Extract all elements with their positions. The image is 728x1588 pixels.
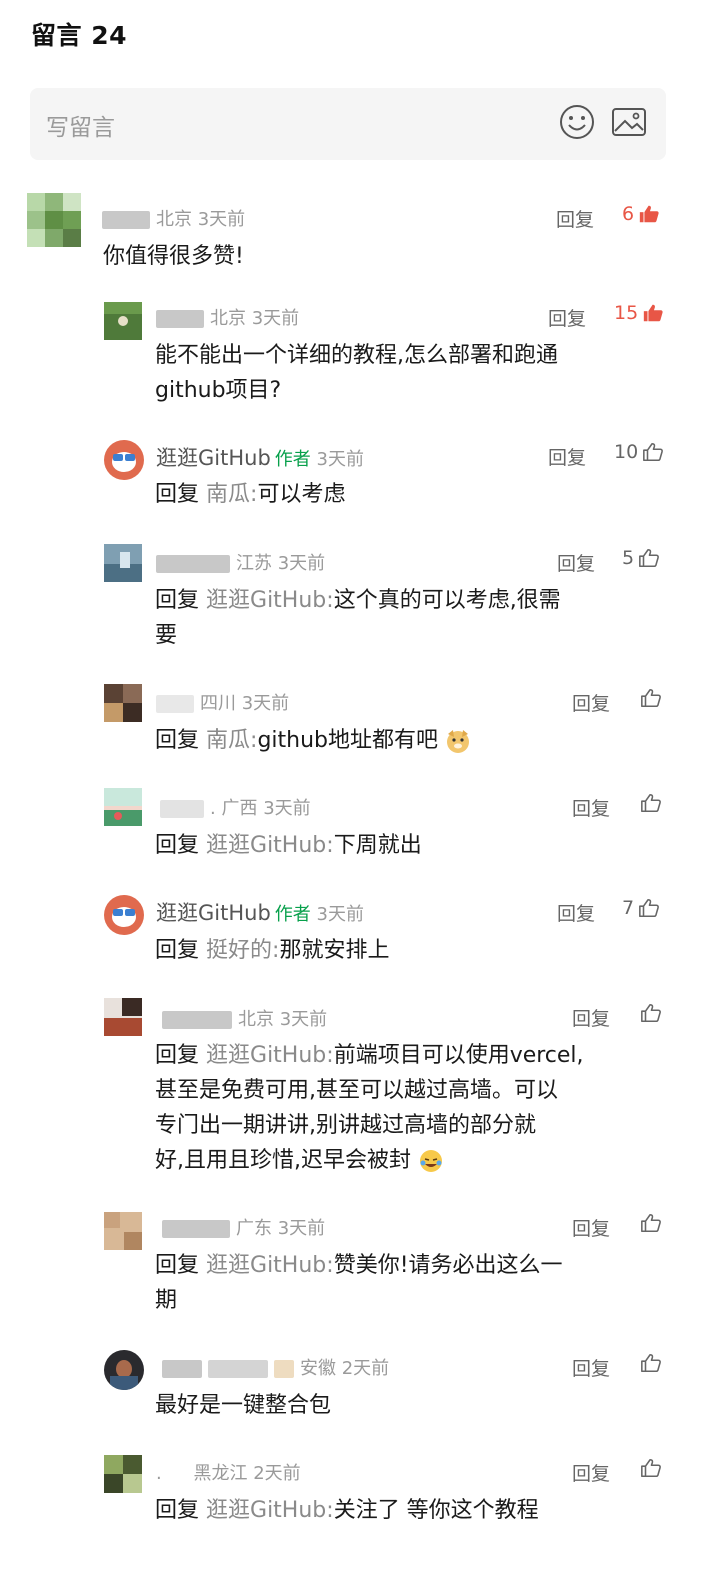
- thumbs-up-icon: [638, 547, 660, 569]
- author-avatar[interactable]: [104, 440, 144, 480]
- comment-text: 最好是一键整合包: [155, 1393, 332, 1418]
- comment-meta: 安徽 2天前: [162, 1354, 389, 1380]
- image-icon[interactable]: [611, 106, 647, 138]
- comment-text: 你值得很多赞!: [103, 244, 244, 269]
- thumbs-up-icon: [642, 302, 664, 324]
- author-tag: 作者: [274, 904, 311, 925]
- like-button[interactable]: 6: [622, 203, 660, 225]
- thumbs-up-icon: [638, 203, 660, 225]
- comment-text: 回复 逛逛GitHub:这个真的可以考虑,很需 要: [155, 588, 561, 648]
- avatar[interactable]: [104, 1212, 142, 1250]
- reply-button[interactable]: 回复: [572, 1354, 610, 1381]
- comment-meta: 江苏 3天前: [156, 549, 325, 575]
- thumbs-up-icon: [640, 1352, 662, 1374]
- thumbs-up-icon: [638, 897, 660, 919]
- comment-meta: . 广西 3天前: [160, 794, 311, 820]
- thumbs-up-icon: [640, 687, 662, 709]
- like-button[interactable]: [640, 1457, 662, 1479]
- avatar[interactable]: [104, 1350, 144, 1390]
- comment-meta: 逛逛GitHub 作者 3天前: [156, 901, 364, 925]
- like-button[interactable]: 7: [622, 897, 660, 919]
- like-button[interactable]: [640, 1002, 662, 1024]
- like-button[interactable]: 15: [614, 302, 664, 324]
- comment-meta: 逛逛GitHub 作者 3天前: [156, 446, 364, 470]
- comment-text: 回复 逛逛GitHub:下周就出: [155, 833, 422, 858]
- comment-text: 回复 逛逛GitHub:关注了 等你这个教程: [155, 1498, 539, 1523]
- reply-button[interactable]: 回复: [557, 549, 595, 576]
- like-button[interactable]: [640, 687, 662, 709]
- comment-text: 回复 逛逛GitHub:赞美你!请务必出这么一 期: [155, 1253, 563, 1313]
- thumbs-up-icon: [640, 1002, 662, 1024]
- doge-emoji-icon: [447, 730, 470, 753]
- thumbs-up-icon: [642, 441, 664, 463]
- smiley-icon[interactable]: [559, 104, 595, 140]
- reply-button[interactable]: 回复: [548, 304, 586, 331]
- reply-button[interactable]: 回复: [572, 1004, 610, 1031]
- thumbs-up-icon: [640, 792, 662, 814]
- author-name: 逛逛GitHub: [156, 901, 271, 925]
- like-button[interactable]: 5: [622, 547, 660, 569]
- comment-input-placeholder: 写留言: [46, 115, 115, 141]
- author-name: 逛逛GitHub: [156, 446, 271, 470]
- reply-button[interactable]: 回复: [557, 899, 595, 926]
- avatar[interactable]: [104, 788, 142, 826]
- avatar[interactable]: [104, 302, 142, 340]
- like-button[interactable]: [640, 792, 662, 814]
- avatar[interactable]: [104, 684, 142, 722]
- comment-text: 回复 挺好的:那就安排上: [155, 938, 390, 963]
- like-button[interactable]: 10: [614, 441, 664, 463]
- laughing-tears-emoji-icon: [420, 1150, 442, 1172]
- reply-button[interactable]: 回复: [548, 443, 586, 470]
- like-button[interactable]: [640, 1212, 662, 1234]
- avatar[interactable]: [27, 193, 81, 247]
- thumbs-up-icon: [640, 1212, 662, 1234]
- comments-count-title: 留言 24: [31, 21, 127, 50]
- comment-meta: . 黑龙江 2天前: [156, 1463, 301, 1484]
- author-avatar[interactable]: [104, 895, 144, 935]
- reply-button[interactable]: 回复: [572, 794, 610, 821]
- comment-meta: 北京 3天前: [156, 304, 299, 330]
- avatar[interactable]: [104, 998, 142, 1036]
- comment-meta: 北京 3天前: [162, 1005, 327, 1031]
- comment-meta: 四川 3天前: [156, 689, 289, 715]
- reply-button[interactable]: 回复: [556, 205, 594, 232]
- comment-text: 回复 南瓜:可以考虑: [155, 482, 346, 507]
- thumbs-up-icon: [640, 1457, 662, 1479]
- reply-button[interactable]: 回复: [572, 1459, 610, 1486]
- reply-button[interactable]: 回复: [572, 689, 610, 716]
- comment-text: 能不能出一个详细的教程,怎么部署和跑通 github项目?: [155, 343, 558, 403]
- comment-text: 回复 逛逛GitHub:前端项目可以使用vercel, 甚至是免费可用,甚至可以…: [155, 1043, 584, 1173]
- reply-button[interactable]: 回复: [572, 1214, 610, 1241]
- comment-meta: 广东 3天前: [162, 1214, 325, 1240]
- comment-meta: 北京 3天前: [102, 205, 245, 231]
- like-button[interactable]: [640, 1352, 662, 1374]
- author-tag: 作者: [274, 449, 311, 470]
- avatar[interactable]: [104, 1455, 142, 1493]
- comment-text: 回复 南瓜:github地址都有吧: [155, 723, 655, 758]
- avatar[interactable]: [104, 544, 142, 582]
